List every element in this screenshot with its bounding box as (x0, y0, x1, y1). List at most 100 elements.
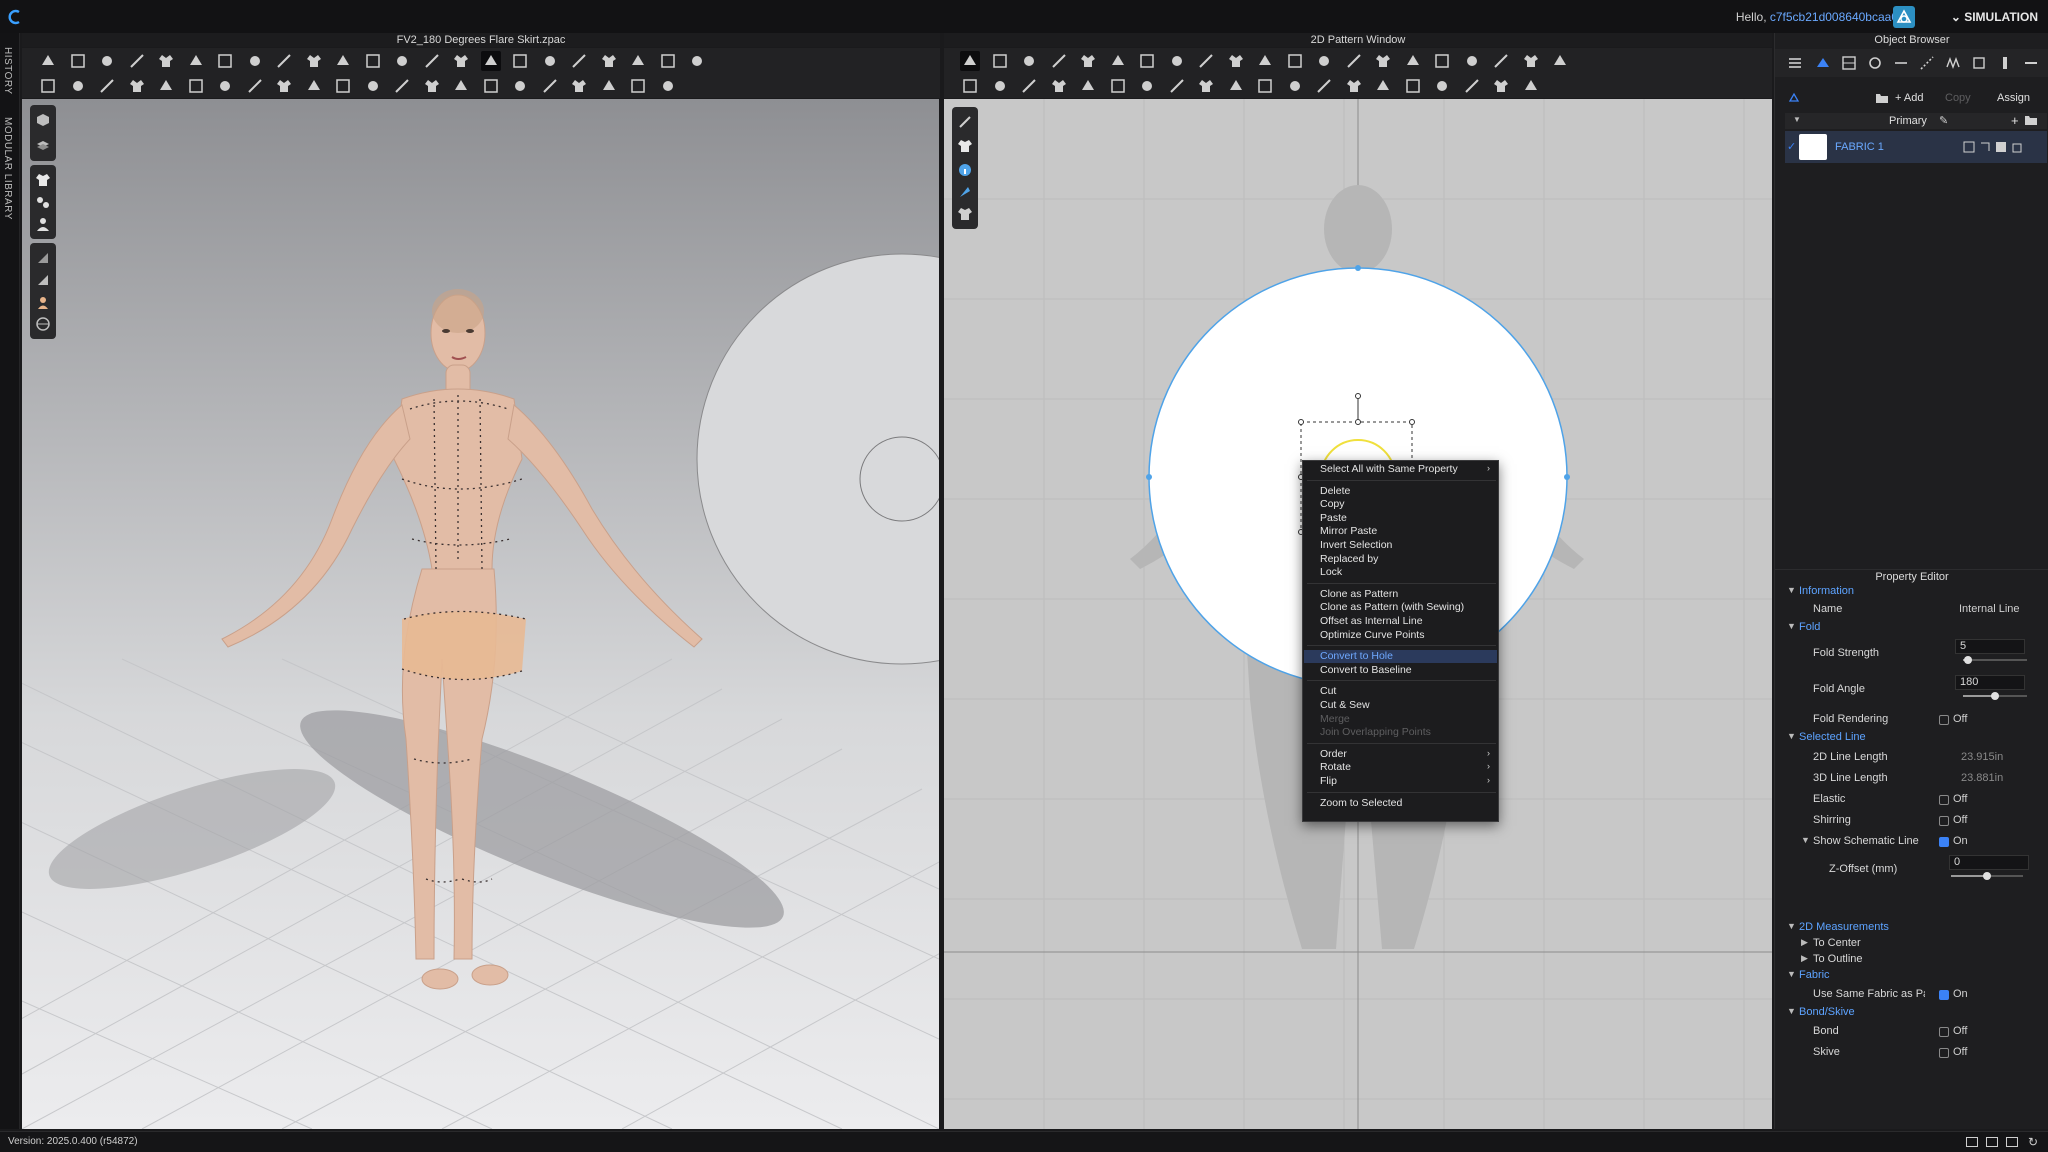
context-menu-item[interactable]: Convert to Baseline (1304, 664, 1497, 677)
fabric-apply-icon[interactable] (1979, 141, 1991, 153)
pattern2d-tool-icon[interactable] (960, 51, 980, 71)
pattern2d-tool-icon[interactable] (1314, 51, 1334, 71)
viewport3d-tool-icon[interactable] (599, 51, 619, 71)
folder-icon[interactable] (1875, 91, 1889, 105)
pattern2d-tool-icon[interactable] (1373, 76, 1393, 96)
fold-angle-knob[interactable] (1991, 692, 1999, 700)
pattern2d-tool-icon[interactable] (1285, 51, 1305, 71)
viewport3d-tool-icon[interactable] (245, 76, 265, 96)
pattern-garment-icon[interactable] (956, 205, 974, 223)
pattern2d-tool-icon[interactable] (1049, 51, 1069, 71)
globe-icon[interactable] (34, 315, 52, 333)
viewport3d-tool-icon[interactable] (333, 76, 353, 96)
add-fabric-icon[interactable]: + (2011, 113, 2019, 128)
zoffset-slider[interactable] (1951, 872, 2023, 880)
profile-icon[interactable] (1893, 6, 1915, 28)
viewport-3d[interactable] (22, 99, 939, 1129)
viewport3d-tool-icon[interactable] (304, 76, 324, 96)
viewport3d-tool-icon[interactable] (510, 76, 530, 96)
viewport3d-tool-icon[interactable] (540, 51, 560, 71)
edit-pattern-icon[interactable] (956, 113, 974, 131)
context-menu-item[interactable]: Offset as Internal Line (1304, 615, 1497, 628)
assign-button[interactable]: Assign (1997, 92, 2030, 104)
pattern2d-tool-icon[interactable] (1314, 76, 1334, 96)
copy-button[interactable]: Copy (1945, 92, 1971, 104)
section-information[interactable]: ▼ Information (1775, 585, 2048, 601)
pattern2d-tool-icon[interactable] (1491, 51, 1511, 71)
context-menu-item[interactable]: Lock (1304, 566, 1497, 579)
pattern2d-tool-icon[interactable] (1049, 76, 1069, 96)
viewport3d-tool-icon[interactable] (481, 76, 501, 96)
viewport3d-tool-icon[interactable] (127, 76, 147, 96)
pattern2d-tool-icon[interactable] (1167, 76, 1187, 96)
context-menu-item[interactable]: Paste (1304, 512, 1497, 525)
pattern2d-tool-icon[interactable] (1226, 76, 1246, 96)
pattern2d-tool-icon[interactable] (1226, 51, 1246, 71)
viewport3d-tool-icon[interactable] (215, 76, 235, 96)
context-menu-item[interactable]: Convert to Hole (1304, 650, 1497, 664)
section-2d-measurements[interactable]: ▼ 2D Measurements (1775, 921, 2048, 937)
viewport3d-tool-icon[interactable] (215, 51, 235, 71)
context-menu-item[interactable]: Order (1304, 748, 1497, 761)
pattern2d-tool-icon[interactable] (1196, 76, 1216, 96)
garment-icon[interactable] (956, 137, 974, 155)
context-menu-item[interactable]: Cut & Sew (1304, 699, 1497, 712)
viewport3d-tool-icon[interactable] (599, 76, 619, 96)
fabric-save-icon[interactable] (1995, 141, 2007, 153)
pattern2d-tool-icon[interactable] (1491, 76, 1511, 96)
refresh-icon[interactable]: ↻ (2028, 1135, 2038, 1149)
pattern2d-tool-icon[interactable] (1403, 51, 1423, 71)
layout-grid-icon[interactable] (2006, 1137, 2018, 1147)
trim-tab-icon[interactable] (1893, 55, 1909, 71)
list-icon[interactable] (1787, 55, 1803, 71)
pattern2d-tool-icon[interactable] (1344, 51, 1364, 71)
pattern2d-tool-icon[interactable] (1462, 76, 1482, 96)
viewport3d-tool-icon[interactable] (628, 76, 648, 96)
tab-modular-library[interactable]: MODULAR LIBRARY (2, 117, 13, 220)
context-menu-item[interactable]: Delete (1304, 485, 1497, 498)
tab-history[interactable]: HISTORY (2, 47, 13, 95)
viewport3d-tool-icon[interactable] (186, 76, 206, 96)
bond-checkbox[interactable] (1939, 1027, 1949, 1037)
viewport3d-tool-icon[interactable] (540, 76, 560, 96)
viewport3d-tool-icon[interactable] (569, 76, 589, 96)
context-menu-item[interactable]: Optimize Curve Points (1304, 629, 1497, 642)
trims-icon[interactable] (34, 193, 52, 211)
viewport3d-tool-icon[interactable] (363, 51, 383, 71)
viewport3d-tool-icon[interactable] (363, 76, 383, 96)
collapse-icon[interactable] (1787, 91, 1801, 105)
pattern2d-tool-icon[interactable] (1432, 76, 1452, 96)
pattern2d-tool-icon[interactable] (1344, 76, 1364, 96)
viewport3d-tool-icon[interactable] (510, 51, 530, 71)
pattern2d-tool-icon[interactable] (1167, 51, 1187, 71)
viewport3d-tool-icon[interactable] (304, 51, 324, 71)
garment-icon[interactable] (34, 171, 52, 189)
context-menu-item[interactable]: Clone as Pattern (1304, 588, 1497, 601)
avatar-icon[interactable] (34, 215, 52, 233)
cube-view-icon[interactable] (34, 111, 52, 129)
viewport3d-tool-icon[interactable] (333, 51, 353, 71)
row-to-outline[interactable]: ▶ To Outline (1775, 953, 2048, 969)
row-to-center[interactable]: ▶ To Center (1775, 937, 2048, 953)
section-selected-line[interactable]: ▼ Selected Line (1775, 731, 2048, 747)
topstitch-tab-icon[interactable] (1919, 55, 1935, 71)
sync-icon[interactable] (956, 183, 974, 201)
skive-checkbox[interactable] (1939, 1048, 1949, 1058)
fold-angle-input[interactable]: 180 (1955, 675, 2025, 690)
context-menu-item[interactable]: Mirror Paste (1304, 525, 1497, 538)
fold-strength-input[interactable]: 5 (1955, 639, 2025, 654)
fabric-list-item[interactable]: ✓ FABRIC 1 (1785, 131, 2047, 163)
section-fold[interactable]: ▼ Fold (1775, 621, 2048, 637)
viewport3d-tool-icon[interactable] (392, 76, 412, 96)
texture-tab-icon[interactable] (1841, 55, 1857, 71)
graphic-tab-icon[interactable] (1971, 55, 1987, 71)
pattern2d-tool-icon[interactable] (990, 51, 1010, 71)
group-header[interactable]: ▼ Primary ✎ + (1785, 113, 2047, 129)
viewport3d-tool-icon[interactable] (156, 76, 176, 96)
fold-rendering-checkbox[interactable] (1939, 715, 1949, 725)
fold-angle-slider[interactable] (1963, 692, 2027, 700)
viewport3d-tool-icon[interactable] (274, 76, 294, 96)
viewport3d-tool-icon[interactable] (569, 51, 589, 71)
context-menu-item[interactable]: Clone as Pattern (with Sewing) (1304, 601, 1497, 614)
context-menu-item[interactable]: Cut (1304, 685, 1497, 698)
